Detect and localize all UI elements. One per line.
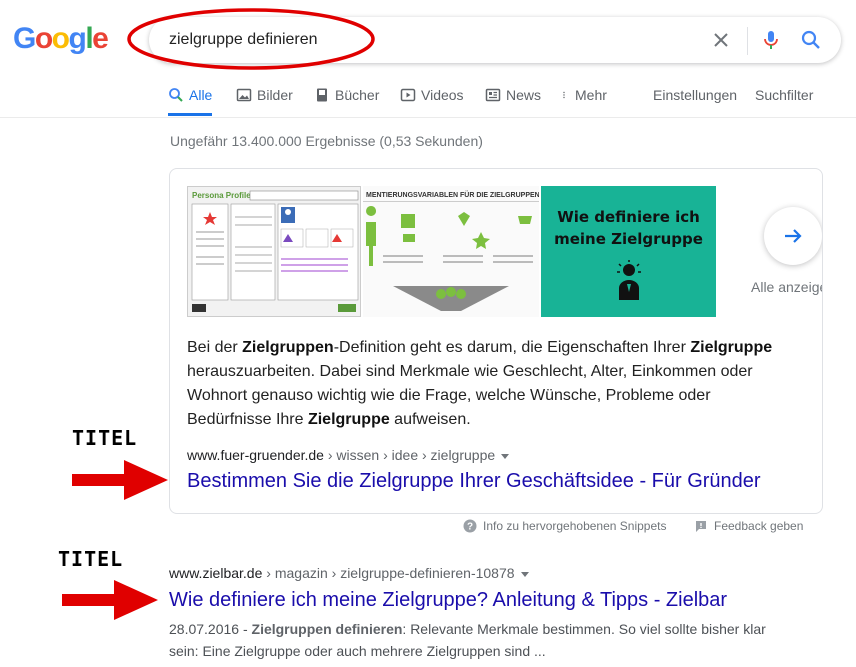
annotation-label: TITEL: [72, 426, 138, 450]
tab-buecher[interactable]: Bücher: [314, 86, 379, 116]
feedback-link[interactable]: Feedback geben: [694, 518, 803, 534]
result-stats: Ungefähr 13.400.000 Ergebnisse (0,53 Sek…: [170, 133, 483, 149]
more-vertical-icon: [563, 91, 565, 99]
news-icon: [485, 88, 501, 102]
result-description-bold: Zielgruppen definieren: [251, 621, 403, 637]
tab-alle[interactable]: Alle: [168, 86, 213, 116]
snippet-text-part: -Definition geht es darum, die Eigenscha…: [333, 339, 691, 356]
search-tools-link[interactable]: Suchfilter: [755, 86, 813, 104]
show-all-images-link[interactable]: Alle anzeigen: [751, 279, 822, 295]
snippet-image-persona[interactable]: Persona Profile:: [187, 186, 361, 317]
featured-snippet-card: Persona Profile: MENTIERUNGSVARIABLEN FÜ…: [169, 168, 823, 514]
tab-label: Bilder: [257, 87, 293, 103]
snippet-text-bold: Zielgruppe: [690, 339, 773, 356]
feedback-text: Feedback geben: [714, 519, 804, 533]
tab-videos[interactable]: Videos: [400, 86, 464, 116]
snippet-info-text: Info zu hervorgehobenen Snippets: [483, 519, 667, 533]
result-url[interactable]: www.zielbar.de › magazin › zielgruppe-de…: [169, 564, 529, 582]
help-circle-icon: ?: [463, 519, 477, 533]
url-domain: www.fuer-gruender.de: [187, 447, 324, 463]
tab-label: News: [506, 87, 542, 103]
featured-result-url[interactable]: www.fuer-gruender.de › wissen › idee › z…: [187, 446, 510, 464]
feedback-icon: [696, 521, 706, 532]
snippet-image-title-card[interactable]: Wie definiere ich meine Zielgruppe: [541, 186, 716, 317]
title-card-line: meine Zielgruppe: [554, 230, 703, 248]
book-icon: [317, 88, 327, 102]
microphone-icon[interactable]: [759, 28, 783, 52]
snippet-text-bold: Zielgruppen: [242, 339, 334, 356]
clear-icon[interactable]: [709, 28, 733, 52]
settings-link[interactable]: Einstellungen: [653, 86, 737, 104]
snippet-info-link[interactable]: ? Info zu hervorgehobenen Snippets: [463, 518, 666, 534]
play-icon: [400, 88, 416, 102]
segmentation-graphic: MENTIERUNGSVARIABLEN FÜR DIE ZIELGRUPPEN…: [363, 186, 539, 317]
caret-down-icon[interactable]: [520, 571, 529, 577]
tab-bilder[interactable]: Bilder: [236, 86, 293, 116]
tab-label: Mehr: [575, 87, 607, 103]
logo-letter: G: [13, 22, 36, 55]
snippet-text: Bei der Zielgruppen-Definition geht es d…: [187, 336, 787, 432]
tab-label: Alle: [189, 87, 213, 103]
tab-label: Videos: [421, 87, 464, 103]
snippet-text-bold: Zielgruppe: [307, 411, 390, 428]
url-path: › magazin › zielgruppe-definieren-10878: [262, 565, 515, 581]
search-divider: [747, 27, 748, 55]
result-date: 28.07.2016 -: [169, 621, 252, 637]
featured-result-title[interactable]: Bestimmen Sie die Zielgruppe Ihrer Gesch…: [187, 468, 761, 494]
segmentation-title: MENTIERUNGSVARIABLEN FÜR DIE ZIELGRUPPEN…: [366, 190, 539, 199]
title-card-text: Wie definiere ich meine Zielgruppe: [541, 206, 716, 250]
image-icon: [236, 88, 252, 102]
search-submit-icon[interactable]: [799, 28, 823, 52]
persona-title: Persona Profile:: [192, 191, 253, 200]
search-icon: [169, 88, 183, 102]
logo-letter: o: [51, 22, 70, 55]
google-logo[interactable]: Google: [13, 22, 109, 56]
url-path: › wissen › idee › zielgruppe: [323, 447, 496, 463]
annotation-arrow-icon: [62, 580, 158, 620]
tab-news[interactable]: News: [485, 86, 541, 116]
caret-down-icon[interactable]: [501, 453, 510, 459]
logo-letter: o: [34, 22, 53, 55]
tab-mehr[interactable]: Mehr: [562, 86, 607, 116]
title-card-line: Wie definiere ich: [557, 208, 700, 226]
snippet-text-part: aufweisen.: [389, 411, 471, 428]
result-title[interactable]: Wie definiere ich meine Zielgruppe? Anle…: [169, 587, 727, 613]
url-domain: www.zielbar.de: [169, 565, 263, 581]
tab-label: Bücher: [335, 87, 380, 103]
annotation-ellipse: [127, 8, 375, 70]
snippet-image-segmentation[interactable]: MENTIERUNGSVARIABLEN FÜR DIE ZIELGRUPPEN…: [363, 186, 539, 317]
snippet-text-part: Bei der: [187, 339, 243, 356]
arrow-right-icon: [785, 229, 802, 243]
svg-text:?: ?: [467, 522, 473, 533]
annotation-label: TITEL: [58, 547, 124, 571]
logo-letter: e: [92, 22, 109, 55]
annotation-arrow-icon: [72, 460, 168, 500]
result-description: 28.07.2016 - Zielgruppen definieren: Rel…: [169, 618, 789, 662]
persona-profile-graphic: Persona Profile:: [188, 187, 360, 316]
idea-person-icon: [617, 260, 641, 300]
header-divider: [0, 117, 856, 118]
logo-letter: g: [68, 22, 87, 55]
next-images-button[interactable]: [764, 207, 822, 265]
